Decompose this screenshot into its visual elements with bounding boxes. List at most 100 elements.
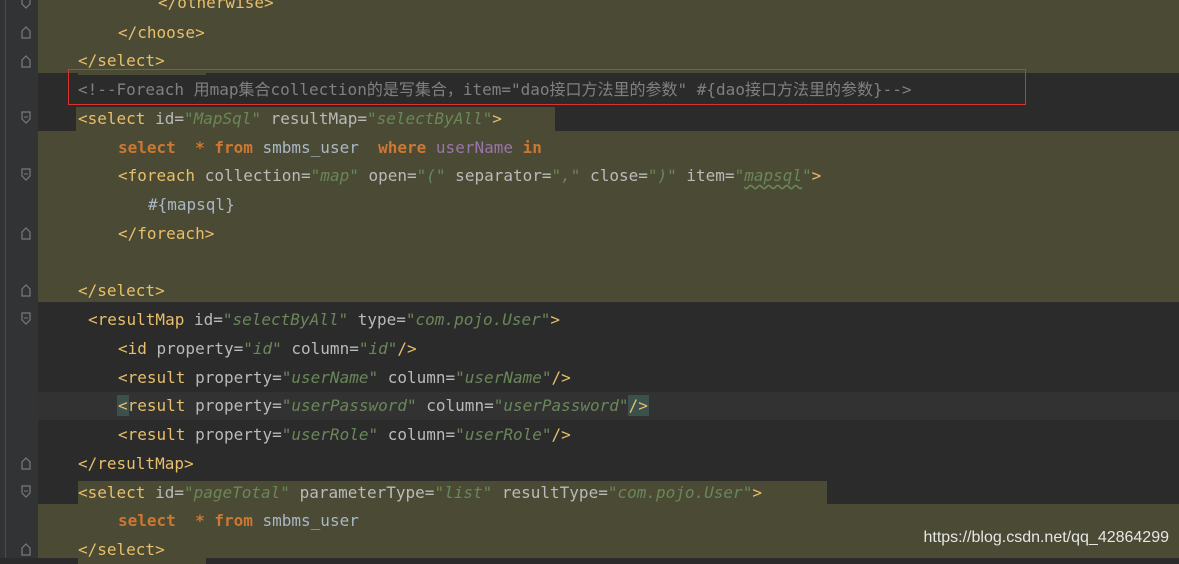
code-token: *	[195, 511, 205, 530]
gutter	[0, 0, 38, 558]
code-line[interactable]: <result property="userName" column="user…	[118, 364, 571, 392]
code-line[interactable]: </select>	[78, 277, 165, 305]
code-token: collection=	[204, 166, 311, 185]
code-token: ")"	[647, 166, 677, 185]
code-token: id=	[193, 310, 223, 329]
code-line[interactable]: <resultMap id="selectByAll" type="com.po…	[88, 306, 560, 334]
code-token: column=	[281, 339, 359, 358]
fold-marker-icon[interactable]	[19, 542, 33, 556]
code-token: column=	[416, 396, 494, 415]
code-token: <result	[118, 368, 196, 387]
code-token: <foreach	[118, 166, 205, 185]
code-token: property=	[195, 425, 282, 444]
code-token: "	[734, 166, 745, 185]
code-token: <result	[118, 425, 196, 444]
code-token: </foreach>	[118, 224, 215, 243]
code-token: "MapSql"	[183, 109, 262, 128]
code-token: result	[127, 396, 196, 415]
code-token: <	[117, 395, 129, 416]
code-token: type=	[348, 310, 406, 329]
code-token: *	[195, 138, 205, 157]
fold-marker-icon[interactable]	[19, 283, 33, 297]
code-token: smbms_user	[252, 511, 359, 530]
fold-marker-icon[interactable]	[19, 456, 33, 470]
code-token: </select>	[78, 540, 165, 559]
code-line[interactable]: select * from smbms_user where userName …	[118, 134, 542, 162]
code-token: >	[811, 166, 822, 185]
code-token: open=	[358, 166, 417, 185]
code-token: </choose>	[118, 23, 205, 42]
code-token: <select	[78, 483, 156, 502]
code-token: "list"	[434, 483, 493, 502]
code-token: "userPassword"	[493, 396, 629, 415]
code-token: property=	[195, 368, 282, 387]
code-token: column=	[378, 368, 456, 387]
code-token: where	[378, 138, 427, 157]
code-token: "map"	[310, 166, 359, 185]
code-token: />	[551, 425, 571, 444]
fold-marker-icon[interactable]	[19, 312, 33, 326]
watermark: https://blog.csdn.net/qq_42864299	[923, 529, 1169, 546]
code-token: resultMap=	[261, 109, 367, 128]
code-token: "selectByAll"	[222, 310, 349, 329]
fold-marker-icon[interactable]	[19, 168, 33, 182]
code-token: property=	[156, 339, 244, 358]
code-token: >	[752, 483, 762, 502]
code-token: select	[118, 138, 176, 157]
code-token: separator=	[445, 166, 552, 185]
fold-marker-icon[interactable]	[19, 54, 33, 68]
code-line[interactable]: </select>	[78, 536, 165, 564]
code-token: property=	[195, 396, 282, 415]
code-line[interactable]: select * from smbms_user	[118, 507, 359, 535]
code-token: >	[492, 109, 502, 128]
code-line[interactable]: <select id="MapSql" resultMap="selectByA…	[78, 105, 502, 133]
code-token: "userName"	[281, 368, 379, 387]
code-line[interactable]: #{mapsql}	[148, 191, 235, 219]
code-token: "id"	[358, 339, 398, 358]
code-token: />	[397, 339, 417, 358]
code-token: smbms_user	[252, 138, 379, 157]
code-line[interactable]: <result property="userPassword" column="…	[117, 392, 649, 420]
code-token: >	[550, 310, 561, 329]
code-token: "	[802, 166, 812, 185]
code-line[interactable]: <result property="userRole" column="user…	[118, 421, 571, 449]
code-token: "userRole"	[281, 425, 379, 444]
code-token: userName	[435, 138, 513, 157]
code-line[interactable]: </choose>	[118, 19, 205, 47]
code-token: item=	[676, 166, 735, 185]
code-token: close=	[580, 166, 648, 185]
code-token: <resultMap	[88, 310, 194, 329]
code-token: <select	[78, 109, 156, 128]
fold-marker-icon[interactable]	[19, 485, 33, 499]
code-token: </select>	[78, 281, 165, 300]
fold-marker-icon[interactable]	[19, 226, 33, 240]
code-token: from	[214, 138, 253, 157]
code-token: id=	[155, 483, 184, 502]
code-token: </select>	[78, 51, 165, 70]
code-token: "userRole"	[455, 425, 552, 444]
code-line[interactable]: </otherwise>	[158, 0, 274, 17]
code-token: </otherwise>	[158, 0, 274, 12]
code-token: parameterType=	[289, 483, 435, 502]
code-token: "com.pojo.User"	[607, 483, 753, 502]
code-token: resultType=	[492, 483, 608, 502]
code-line[interactable]: <foreach collection="map" open="(" separ…	[118, 162, 821, 190]
code-line[interactable]: <select id="pageTotal" parameterType="li…	[78, 479, 762, 507]
fold-marker-icon[interactable]	[19, 111, 33, 125]
code-token: "com.pojo.User"	[405, 310, 551, 329]
code-token: />	[551, 368, 571, 387]
code-line[interactable]: </foreach>	[118, 220, 214, 248]
code-token: </resultMap>	[78, 454, 194, 473]
code-line[interactable]: </resultMap>	[78, 450, 194, 478]
code-token: in	[522, 138, 542, 157]
code-line[interactable]: <id property="id" column="id"/>	[118, 335, 417, 363]
fold-marker-icon[interactable]	[19, 0, 33, 10]
code-token: "pageTotal"	[183, 483, 290, 502]
fold-marker-icon[interactable]	[19, 25, 33, 39]
